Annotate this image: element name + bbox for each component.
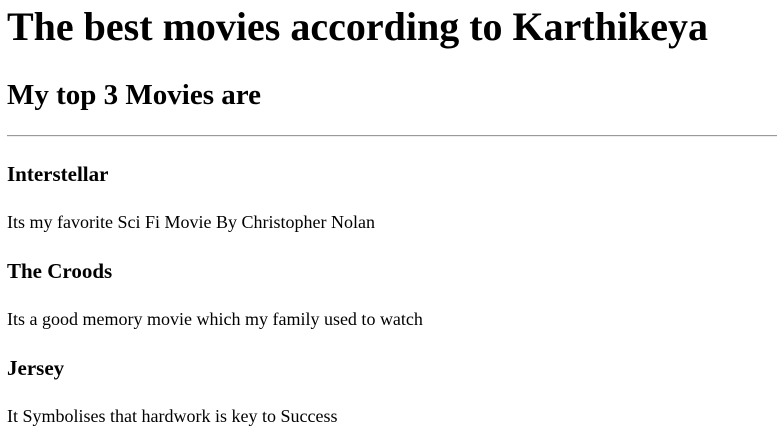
horizontal-divider: [7, 135, 777, 137]
movie-title-jersey: Jersey: [7, 356, 65, 380]
page: The best movies according to Karthikeya …: [0, 0, 777, 447]
movie-description-interstellar: Its my favorite Sci Fi Movie By Christop…: [7, 212, 375, 232]
movie-title-interstellar: Interstellar: [7, 162, 109, 186]
movie-title-the-croods: The Croods: [7, 259, 113, 283]
movie-description-jersey: It Symbolises that hardwork is key to Su…: [7, 406, 338, 426]
page-subtitle: My top 3 Movies are: [7, 79, 261, 111]
movie-description-the-croods: Its a good memory movie which my family …: [7, 309, 423, 329]
page-title: The best movies according to Karthikeya: [7, 4, 709, 49]
